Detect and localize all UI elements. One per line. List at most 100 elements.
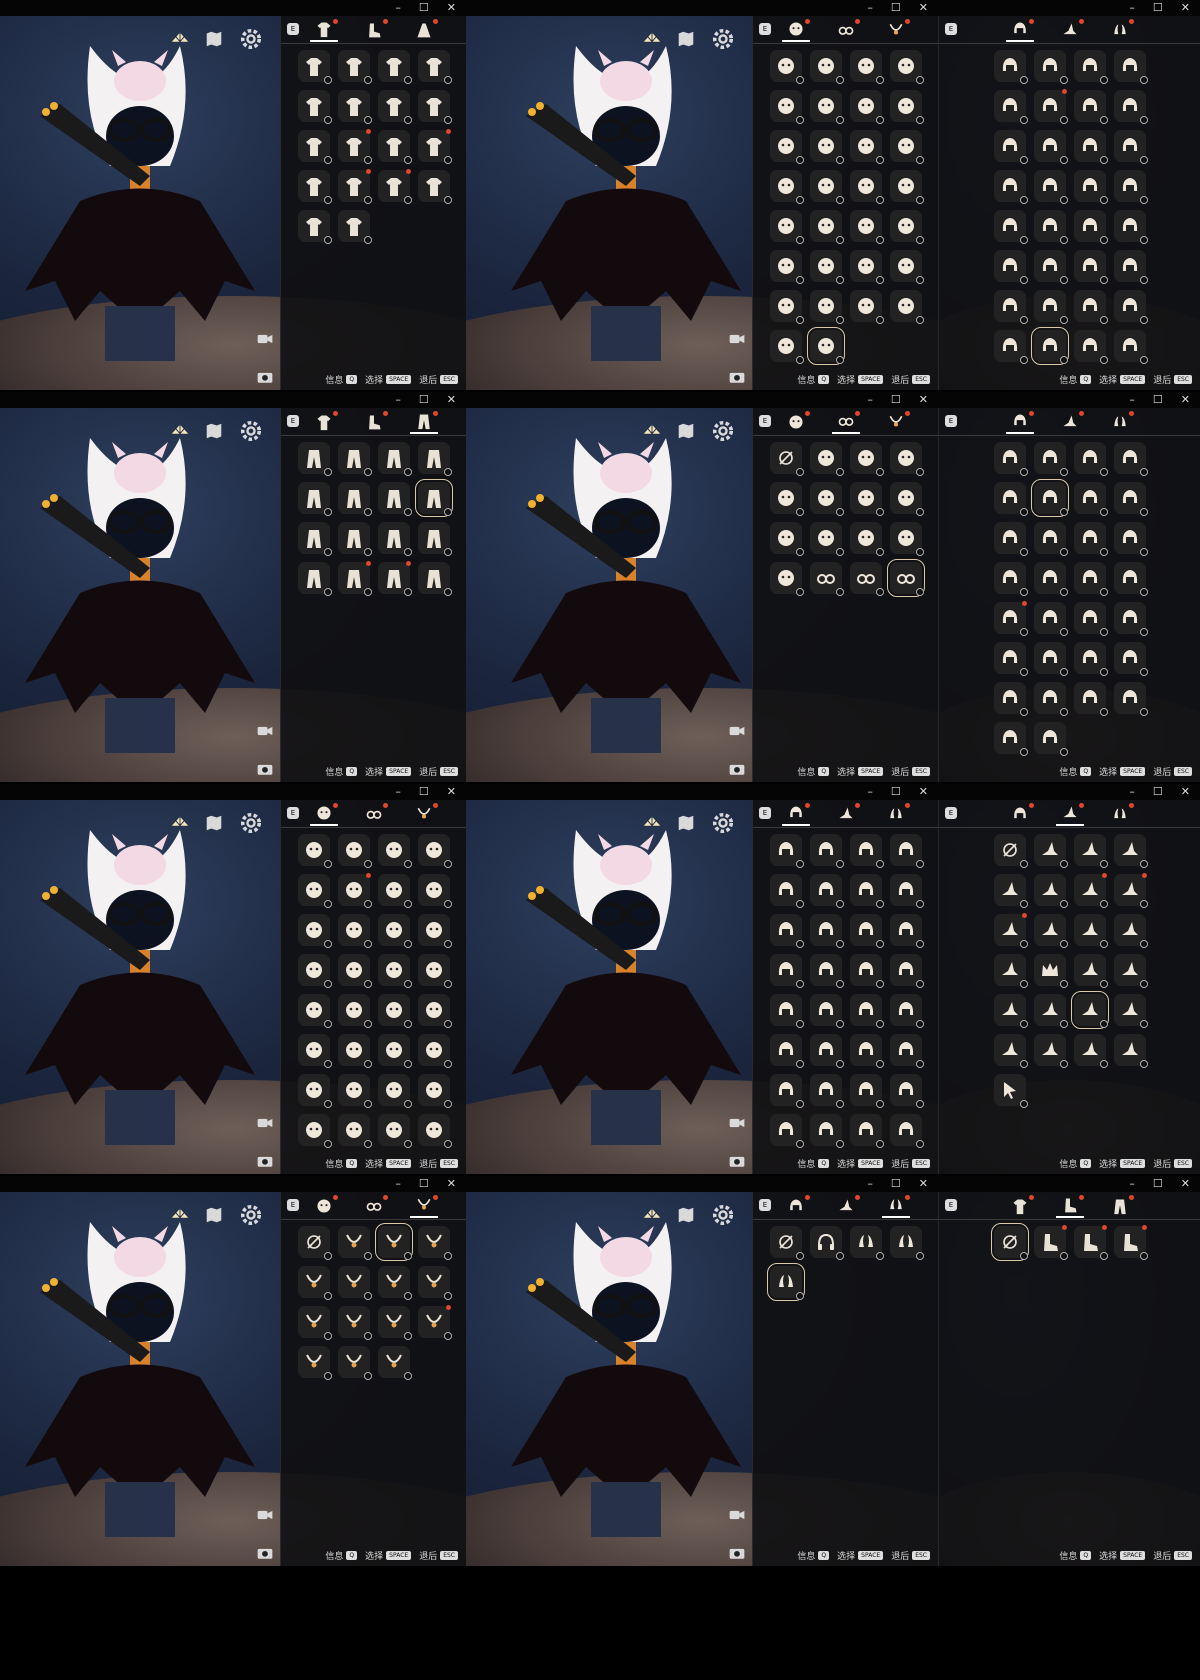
closet-item[interactable] — [1073, 562, 1108, 596]
closet-item[interactable] — [1073, 290, 1108, 324]
map-icon[interactable] — [204, 29, 224, 53]
closet-item[interactable] — [993, 482, 1028, 516]
closet-item[interactable] — [417, 90, 452, 124]
window-maximize-button[interactable]: ☐ — [891, 784, 901, 800]
closet-item[interactable] — [889, 210, 924, 244]
tab-outfit[interactable] — [310, 410, 338, 434]
closet-item[interactable] — [417, 1074, 452, 1108]
closet-item[interactable] — [337, 914, 372, 948]
closet-item[interactable] — [337, 954, 372, 988]
closet-item[interactable] — [809, 290, 844, 324]
closet-item[interactable] — [769, 954, 804, 988]
closet-item[interactable] — [297, 1266, 332, 1300]
closet-item[interactable] — [297, 562, 332, 596]
photo-camera-icon[interactable] — [728, 1544, 746, 1566]
closet-item[interactable] — [297, 874, 332, 908]
window-minimize-button[interactable]: – — [1129, 0, 1135, 16]
closet-item[interactable] — [377, 994, 412, 1028]
closet-item[interactable] — [769, 1226, 804, 1260]
closet-item[interactable] — [809, 442, 844, 476]
closet-item[interactable] — [889, 482, 924, 516]
window-minimize-button[interactable]: – — [395, 0, 401, 16]
closet-item[interactable] — [297, 834, 332, 868]
closet-item[interactable] — [337, 834, 372, 868]
tab-pants[interactable] — [409, 410, 438, 434]
closet-item[interactable] — [1113, 682, 1148, 716]
closet-item[interactable] — [1033, 290, 1068, 324]
closet-item[interactable] — [809, 914, 844, 948]
window-minimize-button[interactable]: – — [867, 0, 873, 16]
video-camera-icon[interactable] — [728, 330, 746, 352]
closet-item[interactable] — [769, 330, 804, 364]
closet-item[interactable] — [1113, 1034, 1148, 1068]
window-close-button[interactable]: ✕ — [447, 392, 456, 408]
closet-item[interactable] — [993, 874, 1028, 908]
closet-item[interactable] — [377, 50, 412, 84]
closet-item[interactable] — [417, 994, 452, 1028]
tab-hair[interactable] — [1006, 802, 1034, 826]
closet-item[interactable] — [337, 1306, 372, 1340]
closet-item[interactable] — [809, 130, 844, 164]
video-camera-icon[interactable] — [256, 722, 274, 744]
closet-item[interactable] — [1033, 914, 1068, 948]
closet-item[interactable] — [337, 1114, 372, 1148]
closet-item[interactable] — [1113, 914, 1148, 948]
tab-pants[interactable] — [1106, 1194, 1134, 1218]
fan-icon[interactable] — [170, 421, 190, 445]
closet-item[interactable] — [993, 642, 1028, 676]
tab-horn[interactable] — [1106, 18, 1134, 42]
closet-item[interactable] — [1033, 994, 1068, 1028]
closet-item[interactable] — [337, 169, 372, 204]
gear-icon[interactable] — [238, 26, 264, 56]
tab-shoes[interactable] — [360, 410, 388, 434]
closet-item[interactable] — [1033, 442, 1068, 476]
tab-hair[interactable] — [781, 802, 810, 826]
closet-item[interactable] — [297, 1346, 332, 1380]
fan-icon[interactable] — [642, 29, 662, 53]
closet-item[interactable] — [993, 90, 1028, 124]
fan-icon[interactable] — [170, 813, 190, 837]
video-camera-icon[interactable] — [728, 1114, 746, 1136]
closet-item[interactable] — [377, 954, 412, 988]
window-close-button[interactable]: ✕ — [919, 784, 928, 800]
closet-item[interactable] — [849, 482, 884, 516]
gear-icon[interactable] — [710, 26, 736, 56]
closet-item[interactable] — [297, 914, 332, 948]
closet-item[interactable] — [1113, 873, 1148, 908]
closet-item[interactable] — [809, 522, 844, 556]
closet-item[interactable] — [1033, 602, 1068, 636]
closet-item[interactable] — [993, 913, 1028, 948]
closet-item[interactable] — [809, 562, 844, 596]
window-maximize-button[interactable]: ☐ — [1153, 1176, 1163, 1192]
closet-item[interactable] — [993, 682, 1028, 716]
window-close-button[interactable]: ✕ — [1181, 392, 1190, 408]
closet-item[interactable] — [417, 442, 452, 476]
tab-glasses[interactable] — [360, 802, 388, 826]
closet-item[interactable] — [809, 874, 844, 908]
closet-item[interactable] — [849, 522, 884, 556]
map-icon[interactable] — [676, 813, 696, 837]
fan-icon[interactable] — [170, 1205, 190, 1229]
closet-item[interactable] — [990, 1223, 1029, 1261]
closet-item[interactable] — [1113, 130, 1148, 164]
closet-item[interactable] — [1033, 562, 1068, 596]
closet-item[interactable] — [337, 1266, 372, 1300]
closet-item[interactable] — [297, 170, 332, 204]
closet-item[interactable] — [1113, 330, 1148, 364]
closet-item[interactable] — [1073, 330, 1108, 364]
closet-item[interactable] — [1070, 991, 1109, 1029]
closet-item[interactable] — [993, 994, 1028, 1028]
closet-item[interactable] — [377, 1114, 412, 1148]
window-maximize-button[interactable]: ☐ — [419, 1176, 429, 1192]
closet-item[interactable] — [377, 1306, 412, 1340]
photo-camera-icon[interactable] — [728, 1152, 746, 1174]
gear-icon[interactable] — [710, 810, 736, 840]
closet-item[interactable] — [769, 442, 804, 476]
closet-item[interactable] — [1113, 522, 1148, 556]
tab-necklace[interactable] — [882, 410, 910, 434]
closet-item[interactable] — [337, 1226, 372, 1260]
closet-item[interactable] — [889, 130, 924, 164]
tab-mask[interactable] — [309, 802, 338, 826]
tab-hair[interactable] — [1005, 18, 1034, 42]
closet-item[interactable] — [769, 170, 804, 204]
